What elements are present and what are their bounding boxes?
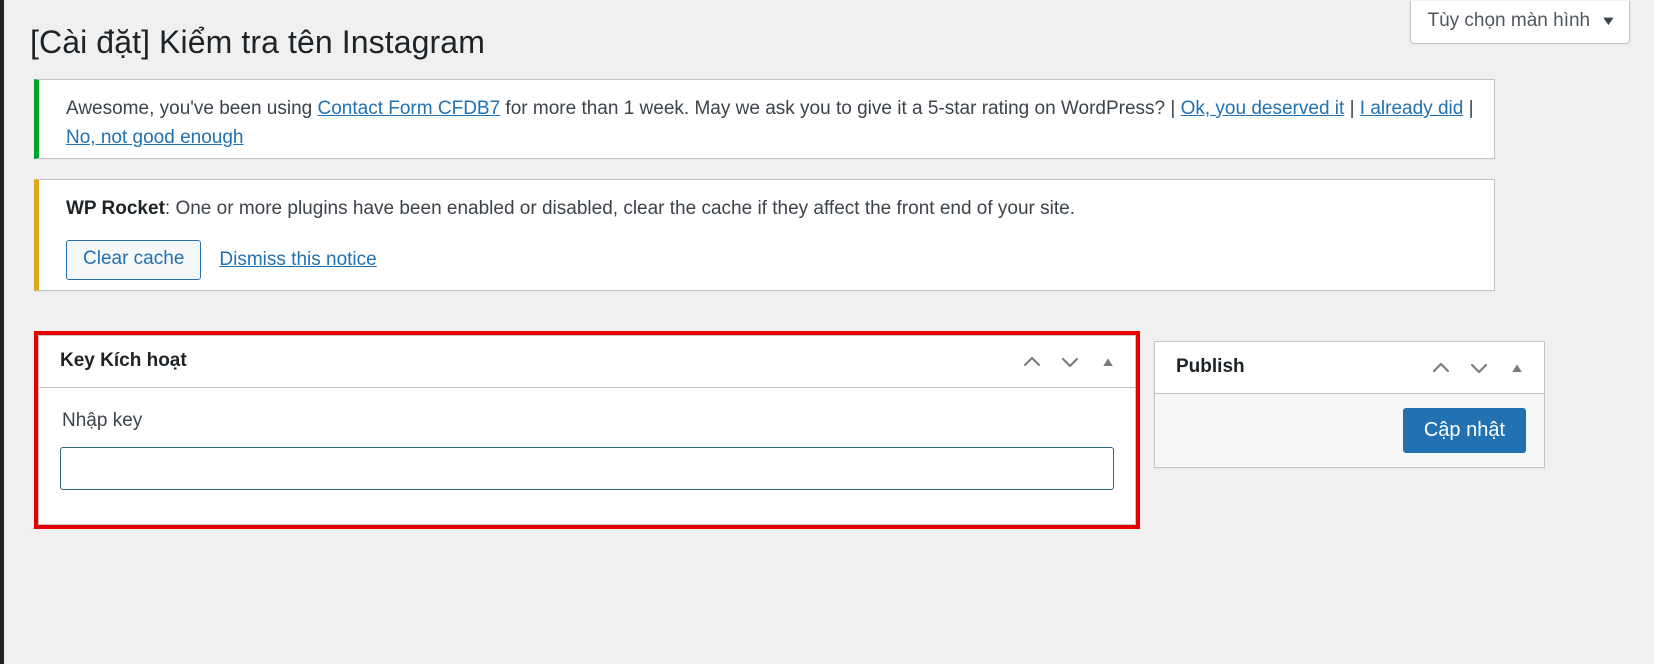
toggle-panel-button-key[interactable]: ▲ <box>1084 342 1132 382</box>
update-button[interactable]: Cập nhật <box>1402 408 1526 453</box>
postbox-body-key: Nhập key <box>39 388 1135 524</box>
chevron-down-icon <box>1058 350 1082 374</box>
wp-rocket-label: WP Rocket <box>66 198 165 219</box>
notice-cfdb7-body: Awesome, you've been using Contact Form … <box>39 80 1494 153</box>
main-column-highlighted: Key Kích hoạt ▲ Nhập key <box>34 331 1140 529</box>
notice-cfdb7: Awesome, you've been using Contact Form … <box>34 79 1495 159</box>
postbox-handle-actions-key: ▲ <box>1013 342 1127 382</box>
page-title: [Cài đặt] Kiểm tra tên Instagram <box>30 24 485 60</box>
toggle-panel-button-publish[interactable]: ▲ <box>1493 348 1541 388</box>
wp-rocket-actions: Clear cache Dismiss this notice <box>66 240 1474 281</box>
clear-cache-button[interactable]: Clear cache <box>66 240 202 281</box>
chevron-down-icon: ▼ <box>1599 12 1618 28</box>
rate-ok-link[interactable]: Ok, you deserved it <box>1181 98 1345 119</box>
admin-page-wrap: Tùy chọn màn hình ▼ [Cài đặt] Kiểm tra t… <box>4 0 1654 664</box>
chevron-up-icon <box>1020 350 1044 374</box>
key-field-label: Nhập key <box>62 410 143 431</box>
dismiss-notice-link[interactable]: Dismiss this notice <box>219 249 376 271</box>
notice-cfdb7-text: Awesome, you've been using Contact Form … <box>66 94 1474 153</box>
notice-text-after: for more than 1 week. May we ask you to … <box>500 98 1181 119</box>
postbox-header-key: Key Kích hoạt ▲ <box>39 336 1135 388</box>
screen-options-toggle[interactable]: Tùy chọn màn hình ▼ <box>1410 1 1630 44</box>
postbox-title-publish: Publish <box>1176 356 1245 378</box>
notice-sep-2: | <box>1463 98 1474 119</box>
postbox-handle-actions-publish: ▲ <box>1422 348 1536 388</box>
move-up-button-key[interactable] <box>1013 342 1051 382</box>
notice-wp-rocket-text: WP Rocket: One or more plugins have been… <box>66 194 1474 223</box>
postbox-title-key: Key Kích hoạt <box>60 350 187 372</box>
rate-already-did-link[interactable]: I already did <box>1360 98 1464 119</box>
notice-text-before: Awesome, you've been using <box>66 98 318 119</box>
key-input[interactable] <box>60 447 1114 490</box>
publish-actions: Cập nhật <box>1155 394 1544 467</box>
postbox-key-kich-hoat: Key Kích hoạt ▲ Nhập key <box>38 335 1136 525</box>
contact-form-cfdb7-link[interactable]: Contact Form CFDB7 <box>318 98 501 119</box>
postbox-publish: Publish ▲ Cập nhật <box>1154 341 1545 468</box>
screen-options-label: Tùy chọn màn hình <box>1427 10 1591 31</box>
notice-wp-rocket: WP Rocket: One or more plugins have been… <box>34 179 1495 291</box>
notice-sep-1: | <box>1344 98 1360 119</box>
chevron-up-icon <box>1429 356 1453 380</box>
wp-rocket-message: : One or more plugins have been enabled … <box>164 198 1076 219</box>
move-up-button-publish[interactable] <box>1422 348 1460 388</box>
side-column: Publish ▲ Cập nhật <box>1154 341 1545 468</box>
rate-no-link[interactable]: No, not good enough <box>66 127 244 148</box>
postbox-header-publish: Publish ▲ <box>1155 342 1544 394</box>
notice-wp-rocket-body: WP Rocket: One or more plugins have been… <box>39 180 1494 281</box>
chevron-down-icon <box>1467 356 1491 380</box>
